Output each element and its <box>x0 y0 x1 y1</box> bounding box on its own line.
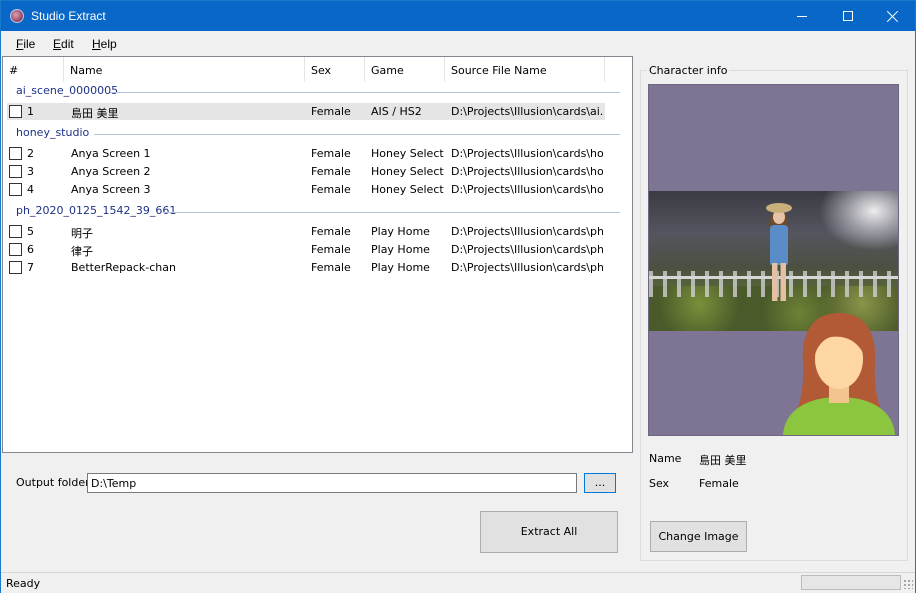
name-value: 島田 美里 <box>699 454 747 467</box>
row-game: Play Home <box>371 225 430 238</box>
group-header[interactable]: ph_2020_0125_1542_39_661 <box>16 204 176 220</box>
change-image-button[interactable]: Change Image <box>650 521 747 552</box>
title-bar[interactable]: Studio Extract <box>1 1 915 31</box>
row-sex: Female <box>311 105 351 118</box>
row-number: 2 <box>27 147 34 160</box>
app-icon <box>10 9 24 23</box>
menu-edit[interactable]: Edit <box>53 37 74 51</box>
row-source-file: D:\Projects\Illusion\cards\ai... <box>451 105 603 118</box>
table-row[interactable]: 7 BetterRepack-chan Female Play Home D:\Proj… <box>7 259 605 276</box>
row-name: 明子 <box>71 227 93 240</box>
table-row[interactable]: 3 Anya Screen 2 Female Honey Select D:\Proje… <box>7 163 605 180</box>
row-sex: Female <box>311 225 351 238</box>
minimize-button[interactable] <box>779 1 825 31</box>
row-checkbox[interactable] <box>9 243 22 256</box>
row-source-file: D:\Projects\Illusion\cards\ho... <box>451 165 603 178</box>
progress-bar <box>801 575 901 590</box>
menu-bar: File Edit Help <box>1 31 915 55</box>
row-game: AIS / HS2 <box>371 105 422 118</box>
character-list[interactable]: # Name Sex Game Source File Name ai_scen… <box>2 56 633 453</box>
row-sex: Female <box>311 261 351 274</box>
character-figure <box>762 203 796 303</box>
row-source-file: D:\Projects\Illusion\cards\ph... <box>451 225 603 238</box>
menu-help[interactable]: Help <box>92 37 117 51</box>
row-number: 1 <box>27 105 34 118</box>
table-row[interactable]: 4 Anya Screen 3 Female Honey Select D:\Proje… <box>7 181 605 198</box>
row-game: Play Home <box>371 243 430 256</box>
row-game: Honey Select <box>371 165 444 178</box>
column-header-name[interactable]: Name <box>64 57 305 82</box>
group-divider <box>164 212 620 213</box>
row-name: BetterRepack-chan <box>71 261 176 274</box>
row-number: 4 <box>27 183 34 196</box>
group-header[interactable]: honey_studio <box>16 126 89 142</box>
maximize-icon <box>843 11 853 21</box>
row-source-file: D:\Projects\Illusion\cards\ph... <box>451 243 603 256</box>
row-game: Honey Select <box>371 183 444 196</box>
row-sex: Female <box>311 147 351 160</box>
output-folder-label: Output folder <box>16 476 90 489</box>
close-icon <box>887 10 899 22</box>
character-info-title: Character info <box>647 64 730 77</box>
size-grip-icon[interactable] <box>903 579 913 589</box>
row-number: 6 <box>27 243 34 256</box>
main-window: Studio Extract File Edit Help # Name Sex… <box>0 0 916 593</box>
browse-button[interactable]: ... <box>584 473 616 493</box>
table-row[interactable]: 1 島田 美里 Female AIS / HS2 D:\Projects\Illusio… <box>7 103 605 120</box>
row-number: 5 <box>27 225 34 238</box>
close-button[interactable] <box>870 1 916 31</box>
maximize-button[interactable] <box>825 1 871 31</box>
row-source-file: D:\Projects\Illusion\cards\ph... <box>451 261 603 274</box>
column-header-number[interactable]: # <box>3 57 64 82</box>
status-bar: Ready <box>1 572 915 593</box>
group-divider <box>94 134 620 135</box>
row-game: Play Home <box>371 261 430 274</box>
row-name: 律子 <box>71 245 93 258</box>
row-name: Anya Screen 3 <box>71 183 151 196</box>
row-sex: Female <box>311 183 351 196</box>
row-number: 7 <box>27 261 34 274</box>
row-checkbox[interactable] <box>9 225 22 238</box>
row-source-file: D:\Projects\Illusion\cards\ho... <box>451 147 603 160</box>
column-header-source-file[interactable]: Source File Name <box>445 57 605 82</box>
sex-value: Female <box>699 477 739 490</box>
column-header-sex[interactable]: Sex <box>305 57 365 82</box>
row-name: 島田 美里 <box>71 107 119 120</box>
status-text: Ready <box>6 577 41 590</box>
minimize-icon <box>797 15 807 17</box>
row-checkbox[interactable] <box>9 183 22 196</box>
sex-label: Sex <box>649 477 670 490</box>
row-name: Anya Screen 1 <box>71 147 151 160</box>
group-divider <box>110 92 620 93</box>
row-sex: Female <box>311 165 351 178</box>
name-label: Name <box>649 452 682 465</box>
window-title: Studio Extract <box>31 9 106 23</box>
character-preview-image <box>648 84 899 436</box>
row-sex: Female <box>311 243 351 256</box>
extract-all-button[interactable]: Extract All <box>480 511 618 553</box>
row-number: 3 <box>27 165 34 178</box>
row-name: Anya Screen 2 <box>71 165 151 178</box>
avatar-placeholder-icon <box>783 313 895 435</box>
group-header[interactable]: ai_scene_0000005 <box>16 84 118 100</box>
menu-file[interactable]: File <box>16 37 35 51</box>
row-game: Honey Select <box>371 147 444 160</box>
row-checkbox[interactable] <box>9 105 22 118</box>
row-checkbox[interactable] <box>9 261 22 274</box>
row-checkbox[interactable] <box>9 147 22 160</box>
table-row[interactable]: 6 律子 Female Play Home D:\Projects\Illusion\c… <box>7 241 605 258</box>
column-header-game[interactable]: Game <box>365 57 445 82</box>
output-folder-input[interactable] <box>87 473 577 493</box>
table-row[interactable]: 5 明子 Female Play Home D:\Projects\Illusion\c… <box>7 223 605 240</box>
row-source-file: D:\Projects\Illusion\cards\ho... <box>451 183 603 196</box>
table-row[interactable]: 2 Anya Screen 1 Female Honey Select D:\Proje… <box>7 145 605 162</box>
row-checkbox[interactable] <box>9 165 22 178</box>
